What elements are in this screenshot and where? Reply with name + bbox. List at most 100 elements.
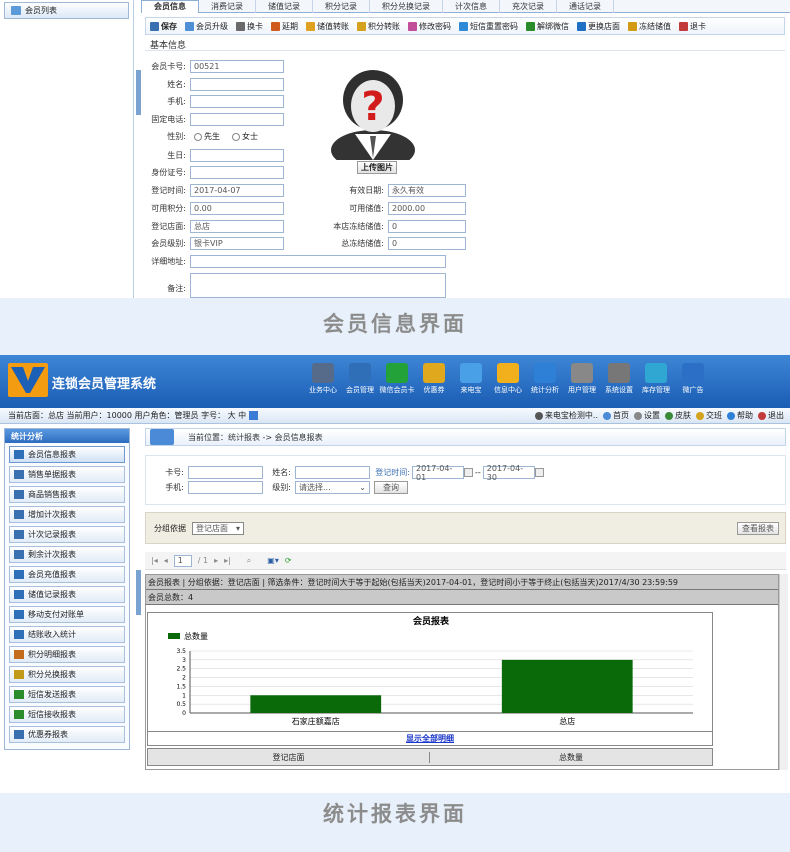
menu-item-13[interactable]: 短信接收报表 (9, 706, 125, 723)
menu-item-9[interactable]: 结账收入统计 (9, 626, 125, 643)
freeze-button[interactable]: 冻结储值 (624, 18, 675, 34)
home-icon[interactable] (150, 429, 174, 445)
change-store-button[interactable]: 更换店面 (573, 18, 624, 34)
unbind-wechat-button[interactable]: 解绑微信 (522, 18, 573, 34)
idcard-input[interactable] (190, 166, 284, 179)
tab-6[interactable]: 充次记录 (500, 0, 557, 13)
calendar-icon[interactable] (534, 468, 544, 477)
female-radio[interactable] (232, 132, 240, 141)
menu-item-6[interactable]: 会员充值报表 (9, 566, 125, 583)
tab-4[interactable]: 积分兑换记录 (370, 0, 443, 13)
prev-page-icon[interactable]: ◂ (164, 556, 168, 565)
tab-1[interactable]: 消费记录 (199, 0, 256, 13)
tab-7[interactable]: 通话记录 (557, 0, 614, 13)
refund-card-button[interactable]: 退卡 (675, 18, 710, 34)
nav-user-management[interactable]: 用户管理 (564, 363, 600, 395)
status-shift-link[interactable]: 交班 (696, 410, 722, 421)
nav-coupon[interactable]: 优惠券 (416, 363, 452, 395)
male-radio[interactable] (194, 132, 202, 141)
frozen-total-input[interactable]: 0 (388, 237, 466, 250)
nav-wechat-card[interactable]: 微信会员卡 (379, 363, 415, 395)
points-input[interactable]: 0.00 (190, 202, 284, 215)
menu-item-2[interactable]: 商品销售报表 (9, 486, 125, 503)
status-skin-link[interactable]: 皮肤 (665, 410, 691, 421)
name-input[interactable] (190, 78, 284, 91)
group-select[interactable]: 登记店面 ▾ (192, 521, 244, 535)
query-button[interactable]: 查询 (374, 481, 408, 494)
menu-item-12[interactable]: 短信发送报表 (9, 686, 125, 703)
find-icon[interactable]: ⌕ (247, 556, 251, 566)
menu-item-10[interactable]: 积分明细报表 (9, 646, 125, 663)
upgrade-button[interactable]: 会员升级 (181, 18, 232, 34)
phone-input[interactable] (190, 113, 284, 126)
change-card-button[interactable]: 换卡 (232, 18, 267, 34)
menu-item-11[interactable]: 积分兑换报表 (9, 666, 125, 683)
menu-item-3[interactable]: 增加计次报表 (9, 506, 125, 523)
nav-statistics[interactable]: 统计分析 (527, 363, 563, 395)
stored-input[interactable]: 2000.00 (388, 202, 466, 215)
menu-item-7[interactable]: 储值记录报表 (9, 586, 125, 603)
calendar-icon[interactable] (464, 468, 473, 477)
sidebar-item-member-list[interactable]: 会员列表 (4, 2, 129, 19)
next-page-icon[interactable]: ▸ (214, 556, 218, 565)
frozen-local-input[interactable]: 0 (388, 220, 466, 233)
birthday-input[interactable] (190, 149, 284, 162)
collapse-handle[interactable] (136, 570, 141, 615)
show-all-link[interactable]: 显示全部明细 (406, 733, 454, 744)
tab-2[interactable]: 储值记录 (256, 0, 313, 13)
nav-inventory[interactable]: 库存管理 (638, 363, 674, 395)
status-logout-link[interactable]: 退出 (758, 410, 784, 421)
refresh-icon[interactable]: ⟳ (285, 556, 292, 565)
reset-password-button[interactable]: 短信重置密码 (455, 18, 522, 34)
name-label: 姓名: (167, 80, 186, 89)
regtime-input[interactable]: 2017-04-07 (190, 184, 284, 197)
nav-micro-ads[interactable]: 微广告 (675, 363, 711, 395)
menu-item-8[interactable]: 移动支付对账单 (9, 606, 125, 623)
status-home-link[interactable]: 首页 (603, 410, 629, 421)
menu-item-14[interactable]: 优惠券报表 (9, 726, 125, 743)
upload-photo-button[interactable]: 上传图片 (357, 161, 397, 174)
valid-input[interactable]: 永久有效 (388, 184, 466, 197)
tab-3[interactable]: 积分记录 (313, 0, 370, 13)
menu-item-4[interactable]: 计次记录报表 (9, 526, 125, 543)
status-settings-link[interactable]: 设置 (634, 410, 660, 421)
page-input[interactable]: 1 (173, 554, 192, 567)
points-transfer-button[interactable]: 积分转账 (353, 18, 404, 34)
level-input[interactable]: 银卡VIP (190, 237, 284, 250)
nav-system-settings[interactable]: 系统设置 (601, 363, 637, 395)
card-input[interactable]: 00521 (190, 60, 284, 73)
menu-item-1[interactable]: 销售单据报表 (9, 466, 125, 483)
save-button[interactable]: 保存 (146, 18, 181, 34)
collapse-handle[interactable] (136, 70, 141, 115)
nav-business-center[interactable]: 业务中心 (305, 363, 341, 395)
change-password-button[interactable]: 修改密码 (404, 18, 455, 34)
remark-textarea[interactable] (190, 273, 446, 298)
status-help-link[interactable]: 帮助 (727, 410, 753, 421)
date-from-input[interactable]: 2017-04-01 (412, 464, 464, 482)
tab-0[interactable]: 会员信息 (141, 0, 199, 13)
nav-member-management[interactable]: 会员管理 (342, 363, 378, 395)
mobile-search-input[interactable] (188, 481, 263, 494)
first-page-icon[interactable]: |◂ (151, 556, 158, 565)
date-to-input[interactable]: 2017-04-30 (482, 464, 535, 482)
tab-5[interactable]: 计次信息 (443, 0, 500, 13)
vertical-scrollbar[interactable] (779, 574, 788, 770)
level-select[interactable]: 请选择... ⌄ (295, 481, 370, 494)
status-caller-detect-link[interactable]: 来电宝检测中.. (534, 410, 598, 421)
nav-info-center[interactable]: 信息中心 (490, 363, 526, 395)
extend-button[interactable]: 延期 (267, 18, 302, 34)
card-search-input[interactable] (188, 466, 263, 479)
save-export-icon[interactable]: ▣▾ (267, 556, 279, 565)
menu-item-5[interactable]: 剩余计次报表 (9, 546, 125, 563)
store-input[interactable]: 总店 (190, 220, 284, 233)
stored-transfer-button[interactable]: 储值转账 (302, 18, 353, 34)
nav-caller-box[interactable]: 来电宝 (453, 363, 489, 395)
last-page-icon[interactable]: ▸| (224, 556, 231, 565)
menu-item-0[interactable]: 会员信息报表 (9, 446, 125, 463)
view-report-button[interactable]: 查看报表 (737, 521, 779, 535)
mobile-input[interactable] (190, 95, 284, 108)
font-size-icon[interactable] (249, 411, 259, 420)
col-total[interactable]: 总数量 (430, 752, 712, 763)
name-search-input[interactable] (295, 466, 370, 479)
address-input[interactable] (190, 255, 446, 268)
